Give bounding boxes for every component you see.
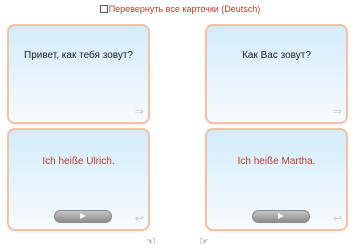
flip-arrow-icon[interactable]: ⇒ xyxy=(333,107,342,118)
flip-all-toggle[interactable]: Перевернуть все карточки (Deutsch) xyxy=(0,4,360,15)
flip-all-checkbox[interactable] xyxy=(99,5,108,13)
return-arrow-icon[interactable]: ↩ xyxy=(333,214,342,225)
answer-text-1: Ich heiße Ulrich. xyxy=(42,156,115,167)
next-page-icon[interactable]: ☞ xyxy=(199,236,209,248)
question-card-1[interactable]: Привет, как тебя зовут? ⇒ xyxy=(7,24,150,124)
return-arrow-icon[interactable]: ↩ xyxy=(135,214,144,225)
flip-all-label: Перевернуть все карточки (Deutsch) xyxy=(108,4,261,14)
play-audio-button[interactable] xyxy=(54,210,112,223)
question-text-2: Как Вас зовут? xyxy=(242,50,311,61)
question-text-1: Привет, как тебя зовут? xyxy=(24,50,133,61)
question-card-2[interactable]: Как Вас зовут? ⇒ xyxy=(205,24,348,124)
play-icon xyxy=(80,213,86,219)
prev-page-icon[interactable]: ☜ xyxy=(146,236,156,248)
flip-arrow-icon[interactable]: ⇒ xyxy=(135,107,144,118)
play-icon xyxy=(278,213,284,219)
play-audio-button[interactable] xyxy=(252,210,310,223)
answer-text-2: Ich heiße Martha. xyxy=(237,156,316,167)
answer-card-1[interactable]: Ich heiße Ulrich. ↩ xyxy=(7,128,150,231)
answer-card-2[interactable]: Ich heiße Martha. ↩ xyxy=(205,128,348,231)
